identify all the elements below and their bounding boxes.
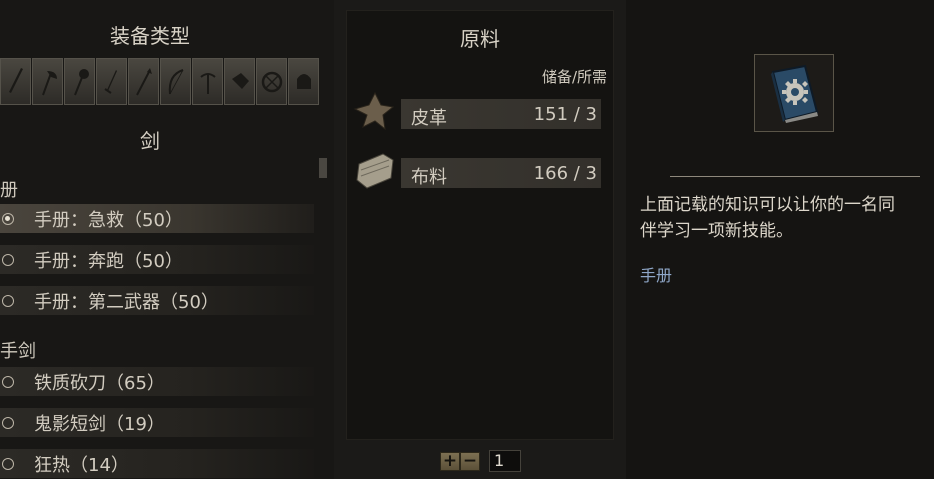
quantity-stepper: + − 1	[440, 450, 521, 472]
dagger-icon[interactable]	[96, 58, 127, 105]
material-name: 皮革	[411, 108, 447, 129]
materials-title: 原料	[460, 27, 500, 51]
crossbow-icon[interactable]	[192, 58, 223, 105]
category-icon-row	[0, 58, 320, 105]
axe-icon[interactable]	[32, 58, 63, 105]
manual-book-icon	[754, 54, 834, 132]
subcategory-title: 剑	[140, 129, 160, 153]
helmet-icon[interactable]	[288, 58, 319, 105]
leather-icon	[353, 91, 395, 131]
list-item[interactable]: 狂热（14）	[0, 449, 314, 478]
stock-required-header: 储备/所需	[541, 68, 607, 86]
list-item[interactable]: 铁质砍刀（65）	[0, 367, 314, 396]
list-item-label: 铁质砍刀（65）	[34, 372, 165, 394]
throwing-icon[interactable]	[224, 58, 255, 105]
list-item-label: 手册：急救（50）	[34, 209, 183, 231]
bow-icon[interactable]	[160, 58, 191, 105]
list-item-label: 鬼影短剑（19）	[34, 413, 165, 435]
description-line: 伴学习一项新技能。	[640, 221, 793, 241]
material-count: 166 / 3	[533, 163, 597, 184]
list-item[interactable]: 手册：急救（50）	[0, 204, 314, 233]
list-item-label: 手册：第二武器（50）	[34, 291, 219, 313]
materials-panel: 原料 储备/所需 皮革 151 / 3 布料 166 / 3	[346, 10, 614, 440]
radio-selected-icon	[2, 212, 14, 225]
item-description: 上面记载的知识可以让你的一名同 伴学习一项新技能。	[640, 192, 934, 244]
item-detail-panel: 上面记载的知识可以让你的一名同 伴学习一项新技能。 手册	[626, 0, 934, 479]
list-item-label: 手册：奔跑（50）	[34, 250, 183, 272]
list-item[interactable]: 手册：第二武器（50）	[0, 286, 314, 315]
shield-icon[interactable]	[256, 58, 287, 105]
equipment-type-panel: 装备类型 剑 册 手册：急救（50） 手册：奔跑（50） 手册：第二武器（50）…	[0, 0, 334, 479]
group-header: 册	[0, 180, 18, 201]
mace-icon[interactable]	[64, 58, 95, 105]
list-item-label: 狂热（14）	[34, 454, 129, 476]
material-count: 151 / 3	[533, 104, 597, 125]
decrease-button[interactable]: −	[460, 451, 480, 471]
list-item[interactable]: 手册：奔跑（50）	[0, 245, 314, 274]
quantity-input[interactable]: 1	[489, 450, 521, 472]
radio-icon	[2, 457, 14, 470]
radio-icon	[2, 375, 14, 388]
group-header: 手剑	[0, 341, 36, 362]
radio-icon	[2, 294, 14, 307]
list-item[interactable]: 鬼影短剑（19）	[0, 408, 314, 437]
material-row: 皮革 151 / 3	[353, 91, 607, 131]
divider	[670, 176, 920, 177]
item-type-label: 手册	[640, 266, 673, 285]
description-line: 上面记载的知识可以让你的一名同	[640, 195, 895, 215]
increase-button[interactable]: +	[440, 451, 460, 471]
list-scrollbar[interactable]	[319, 158, 327, 178]
material-row: 布料 166 / 3	[353, 150, 607, 190]
sword-icon[interactable]	[0, 58, 31, 105]
spear-icon[interactable]	[128, 58, 159, 105]
material-name: 布料	[411, 167, 447, 188]
cloth-icon	[356, 153, 394, 189]
radio-icon	[2, 416, 14, 429]
equipment-type-title: 装备类型	[110, 24, 190, 48]
radio-icon	[2, 253, 14, 266]
